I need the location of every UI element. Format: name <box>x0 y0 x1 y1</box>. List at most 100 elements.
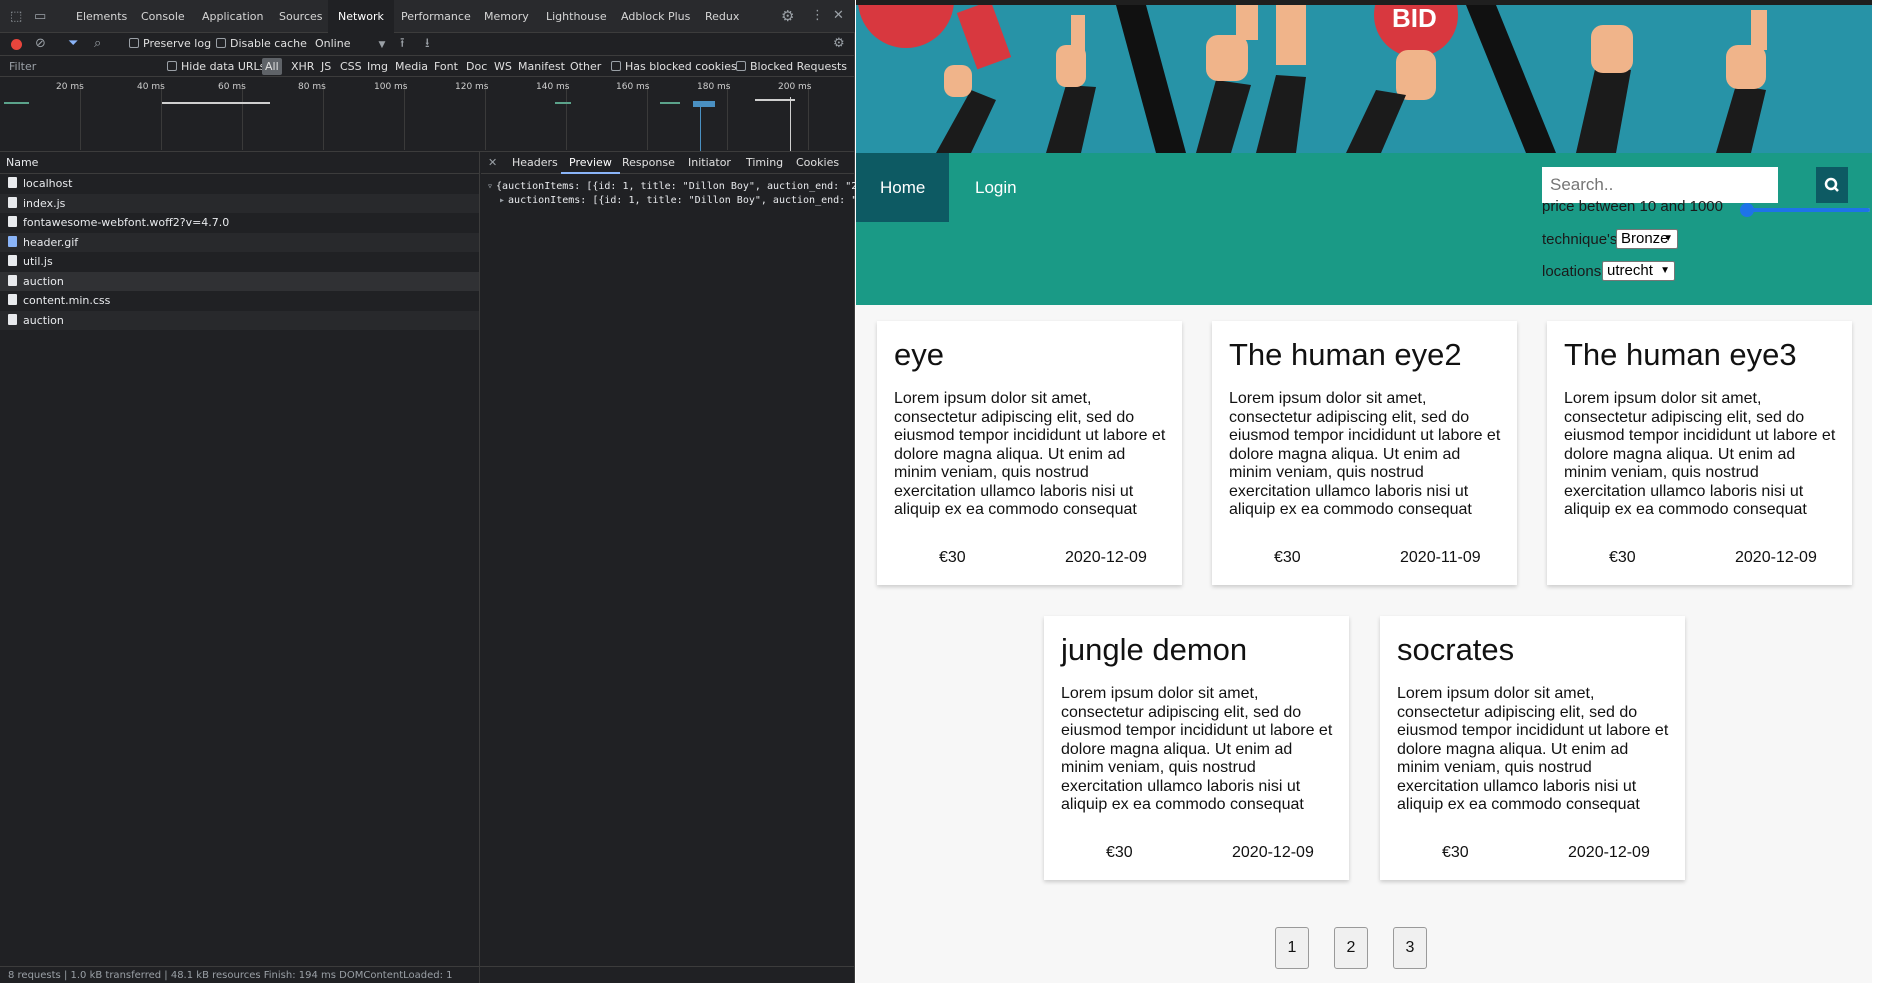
devtools-panel: ⬚ ▭ Elements Console Application Sources… <box>0 0 855 983</box>
import-har-icon[interactable]: ⭱ <box>400 37 405 51</box>
tab-adblock-plus[interactable]: Adblock Plus <box>621 0 690 33</box>
locations-select[interactable]: utrecht ▼ <box>1602 261 1675 281</box>
throttle-select[interactable]: Online ▼ <box>315 37 385 50</box>
dom-content-loaded-marker <box>700 103 701 151</box>
document-icon <box>8 196 17 208</box>
clear-icon[interactable]: ⊘ <box>35 37 46 51</box>
tab-performance[interactable]: Performance <box>401 0 471 33</box>
overview-request-bar <box>755 99 795 101</box>
tab-memory[interactable]: Memory <box>484 0 529 33</box>
tab-cookies[interactable]: Cookies <box>796 152 839 174</box>
settings-gear-icon[interactable]: ⚙ <box>781 9 794 24</box>
tab-response[interactable]: Response <box>622 152 675 174</box>
card-date: 2020-12-09 <box>1065 549 1147 566</box>
price-range-fill <box>1747 208 1870 212</box>
network-overview-timeline[interactable]: 20 ms 40 ms 60 ms 80 ms 100 ms 120 ms 14… <box>0 77 855 152</box>
card-price: €30 <box>939 549 966 566</box>
type-filter-all[interactable]: All <box>262 58 282 75</box>
hide-data-urls-checkbox[interactable]: Hide data URLs <box>167 60 265 73</box>
request-row[interactable]: localhost <box>0 174 479 194</box>
overview-tick: 80 ms <box>298 82 326 92</box>
type-filter-media[interactable]: Media <box>395 60 428 73</box>
svg-text:BID: BID <box>1392 5 1437 33</box>
inspect-element-icon[interactable]: ⬚ <box>10 10 22 24</box>
type-filter-xhr[interactable]: XHR <box>291 60 314 73</box>
request-row[interactable]: header.gif <box>0 232 479 252</box>
page-button-2[interactable]: 2 <box>1334 927 1368 969</box>
type-filter-img[interactable]: Img <box>367 60 388 73</box>
request-row[interactable]: content.min.css <box>0 291 479 311</box>
tab-initiator[interactable]: Initiator <box>688 152 731 174</box>
document-icon <box>8 294 17 305</box>
request-row[interactable]: auction <box>0 310 479 330</box>
tab-elements[interactable]: Elements <box>76 0 127 33</box>
request-row[interactable]: index.js <box>0 193 479 213</box>
preserve-log-checkbox[interactable]: Preserve log <box>129 37 211 50</box>
nav-login-link[interactable]: Login <box>951 153 1041 222</box>
disable-cache-checkbox[interactable]: Disable cache <box>216 37 307 50</box>
device-toolbar-icon[interactable]: ▭ <box>34 10 46 24</box>
auction-card[interactable]: socrates Lorem ipsum dolor sit amet, con… <box>1380 616 1685 880</box>
auction-card[interactable]: eye Lorem ipsum dolor sit amet, consecte… <box>877 321 1182 585</box>
technique-select[interactable]: Bronze ▼ <box>1616 229 1678 249</box>
network-toolbar: ⊘ ⏷ ⌕ Preserve log Disable cache Online ▼… <box>0 33 855 56</box>
price-range-slider[interactable] <box>1740 203 1870 217</box>
type-filter-css[interactable]: CSS <box>340 60 362 73</box>
collapsed-triangle-icon: ▸ <box>499 195 506 206</box>
nav-home-link[interactable]: Home <box>856 153 950 222</box>
tab-application[interactable]: Application <box>202 0 263 33</box>
type-filter-ws[interactable]: WS <box>494 60 512 73</box>
close-devtools-icon[interactable]: ✕ <box>833 9 844 23</box>
search-button[interactable] <box>1816 167 1848 203</box>
export-har-icon[interactable]: ⭳ <box>425 37 430 51</box>
tab-console[interactable]: Console <box>141 0 185 33</box>
request-row[interactable]: auction <box>0 271 479 291</box>
tab-headers[interactable]: Headers <box>512 152 558 174</box>
tab-network[interactable]: Network <box>328 0 394 33</box>
overview-tick: 160 ms <box>616 82 650 92</box>
close-detail-icon[interactable]: ✕ <box>488 152 497 174</box>
auction-card[interactable]: jungle demon Lorem ipsum dolor sit amet,… <box>1044 616 1349 880</box>
has-blocked-cookies-checkbox[interactable]: Has blocked cookies <box>611 60 737 73</box>
name-column-header[interactable]: Name <box>0 152 480 174</box>
search-icon[interactable]: ⌕ <box>94 37 101 51</box>
tab-redux[interactable]: Redux <box>705 0 739 33</box>
filter-input[interactable]: Filter <box>9 60 36 73</box>
overview-gridline <box>404 82 405 150</box>
locations-label: locations: <box>1542 263 1606 280</box>
card-description: Lorem ipsum dolor sit amet, consectetur … <box>1564 390 1836 518</box>
type-filter-other[interactable]: Other <box>570 60 601 73</box>
page-button-1[interactable]: 1 <box>1275 927 1309 969</box>
auction-card[interactable]: The human eye3 Lorem ipsum dolor sit ame… <box>1547 321 1852 585</box>
document-icon <box>8 313 17 325</box>
overview-request-bar <box>660 102 680 104</box>
type-filter-doc[interactable]: Doc <box>466 60 487 73</box>
price-min-thumb[interactable] <box>1740 203 1754 217</box>
image-file-icon <box>8 235 17 247</box>
document-icon <box>8 216 17 227</box>
record-icon[interactable] <box>11 39 22 50</box>
request-row[interactable]: util.js <box>0 252 479 272</box>
tab-sources[interactable]: Sources <box>279 0 323 33</box>
card-price: €30 <box>1274 549 1301 566</box>
card-price: €30 <box>1442 844 1469 861</box>
blocked-requests-checkbox[interactable]: Blocked Requests <box>736 60 847 73</box>
page-button-3[interactable]: 3 <box>1393 927 1427 969</box>
network-settings-icon[interactable]: ⚙ <box>833 37 845 51</box>
type-filter-font[interactable]: Font <box>434 60 458 73</box>
auction-card[interactable]: The human eye2 Lorem ipsum dolor sit ame… <box>1212 321 1517 585</box>
request-row[interactable]: fontawesome-webfont.woff2?v=4.7.0 <box>0 213 479 233</box>
filter-icon[interactable]: ⏷ <box>68 37 78 51</box>
network-status-bar: 8 requests | 1.0 kB transferred | 48.1 k… <box>0 966 855 983</box>
tab-lighthouse[interactable]: Lighthouse <box>546 0 607 33</box>
more-options-icon[interactable]: ⋮ <box>811 9 824 23</box>
preview-line[interactable]: ▿ {auctionItems: [{id: 1, title: "Dillon … <box>487 180 855 194</box>
preview-line[interactable]: ▸ auctionItems: [{id: 1, title: "Dillon B… <box>487 194 855 208</box>
type-filter-js[interactable]: JS <box>321 60 331 73</box>
tab-preview[interactable]: Preview <box>561 152 620 174</box>
tab-timing[interactable]: Timing <box>746 152 783 174</box>
chevron-down-icon: ▼ <box>1663 233 1673 244</box>
card-description: Lorem ipsum dolor sit amet, consectetur … <box>1061 685 1333 813</box>
overview-tick: 140 ms <box>536 82 570 92</box>
type-filter-manifest[interactable]: Manifest <box>518 60 565 73</box>
